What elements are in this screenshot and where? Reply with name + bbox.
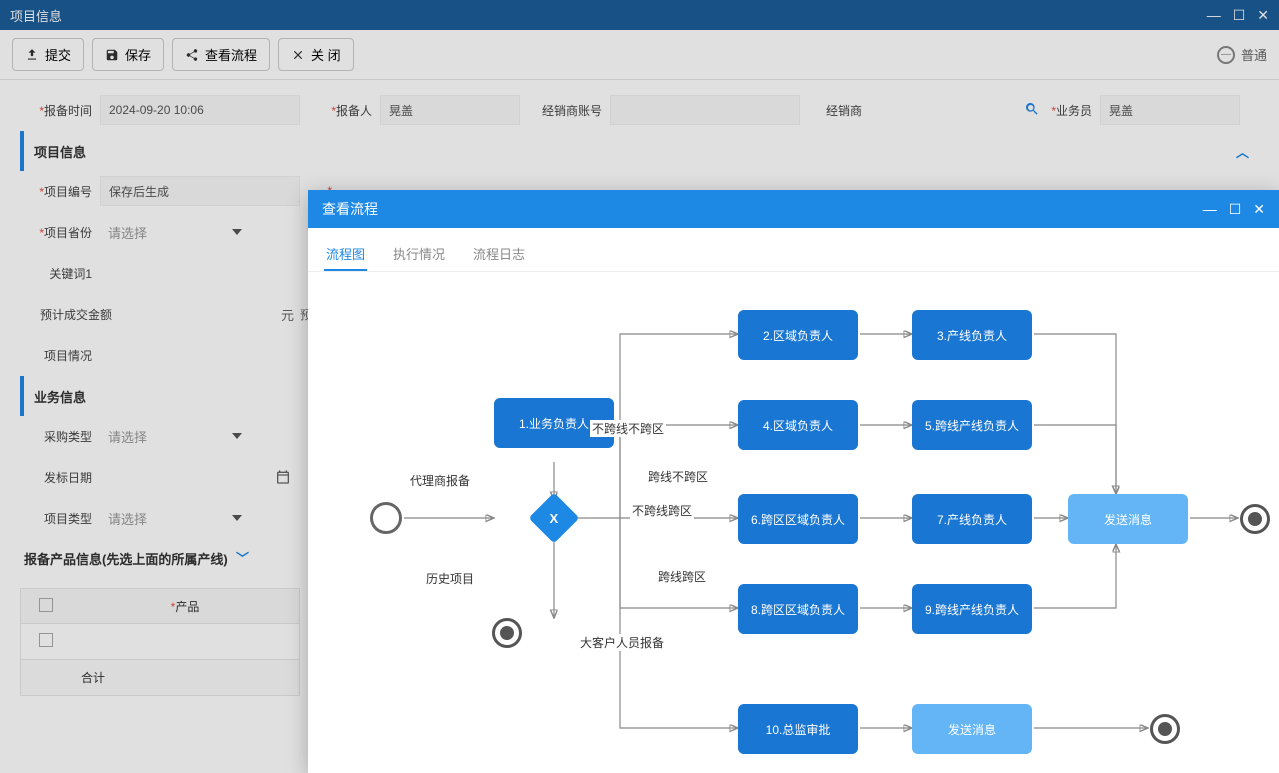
edge-line-area: 跨线跨区	[656, 568, 708, 585]
modal-minimize-icon[interactable]: —	[1203, 201, 1217, 218]
flow-node-3[interactable]: 3.产线负责人	[912, 310, 1032, 360]
flow-diagram[interactable]: 1.业务负责人 X 2.区域负责人 3.产线负责人 4.区域负责人 5.跨线产线…	[308, 272, 1279, 773]
modal-titlebar: 查看流程 — ☐ ✕	[308, 190, 1279, 228]
flow-end-main-icon	[1240, 504, 1270, 534]
edge-noline-noarea: 不跨线不跨区	[590, 420, 666, 437]
flow-end-alt-icon	[1150, 714, 1180, 744]
flow-start-icon	[370, 502, 402, 534]
tab-diagram[interactable]: 流程图	[324, 238, 367, 271]
flow-node-6[interactable]: 6.跨区区域负责人	[738, 494, 858, 544]
flow-node-send2[interactable]: 发送消息	[912, 704, 1032, 754]
modal-tabs: 流程图 执行情况 流程日志	[308, 228, 1279, 272]
flow-node-2[interactable]: 2.区域负责人	[738, 310, 858, 360]
flow-node-8[interactable]: 8.跨区区域负责人	[738, 584, 858, 634]
edge-bigcust: 大客户人员报备	[578, 634, 666, 651]
edge-noline-area: 不跨线跨区	[630, 502, 694, 519]
edge-agent: 代理商报备	[408, 472, 472, 489]
flow-node-4[interactable]: 4.区域负责人	[738, 400, 858, 450]
modal-title-text: 查看流程	[322, 199, 378, 219]
flow-node-10[interactable]: 10.总监审批	[738, 704, 858, 754]
process-modal: 查看流程 — ☐ ✕ 流程图 执行情况 流程日志	[308, 190, 1279, 773]
flow-node-7[interactable]: 7.产线负责人	[912, 494, 1032, 544]
modal-maximize-icon[interactable]: ☐	[1229, 201, 1242, 218]
edge-line-noarea: 跨线不跨区	[646, 468, 710, 485]
flow-node-5[interactable]: 5.跨线产线负责人	[912, 400, 1032, 450]
tab-exec[interactable]: 执行情况	[391, 238, 447, 271]
modal-close-icon[interactable]: ✕	[1253, 201, 1265, 218]
tab-log[interactable]: 流程日志	[471, 238, 527, 271]
edge-history: 历史项目	[424, 570, 476, 587]
flow-node-send1[interactable]: 发送消息	[1068, 494, 1188, 544]
flow-node-9[interactable]: 9.跨线产线负责人	[912, 584, 1032, 634]
flow-end-history-icon	[492, 618, 522, 648]
